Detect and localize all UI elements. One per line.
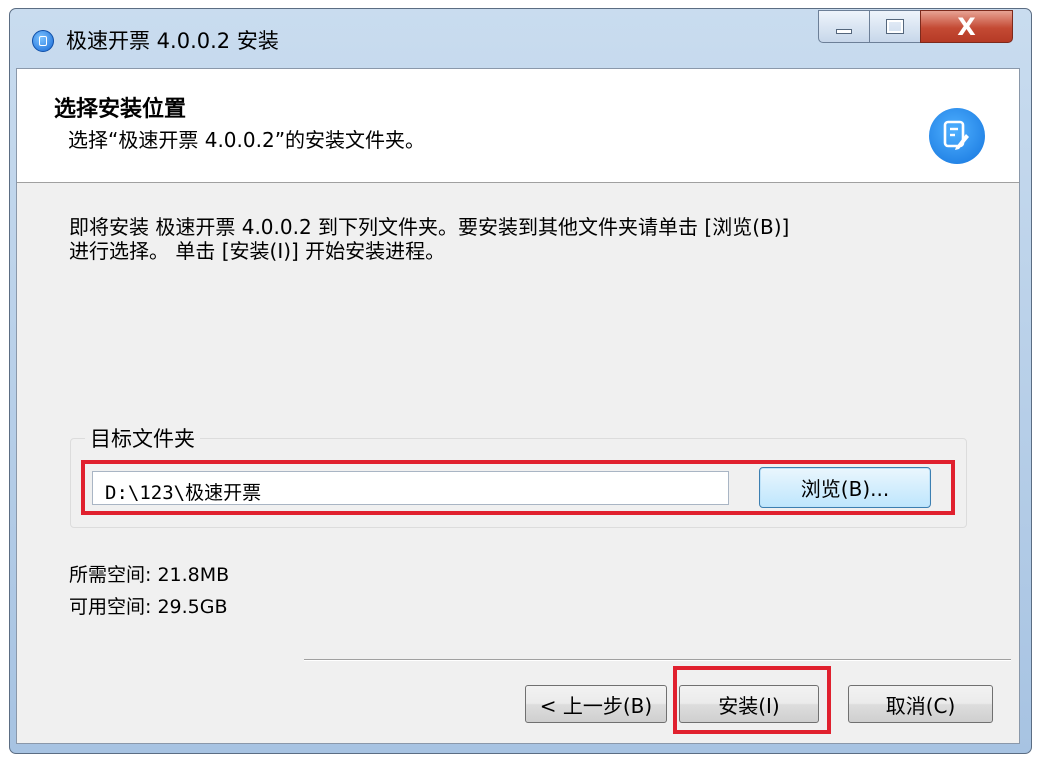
instructions-text: 即将安装 极速开票 4.0.0.2 到下列文件夹。要安装到其他文件夹请单击 [浏… [69,215,979,263]
available-space-text: 可用空间: 29.5GB [69,596,228,618]
page-header: 选择安装位置 选择“极速开票 4.0.0.2”的安装文件夹。 [17,69,1019,183]
page-title: 选择安装位置 [54,97,187,122]
maximize-button[interactable] [869,10,921,43]
instructions-line-1: 即将安装 极速开票 4.0.0.2 到下列文件夹。要安装到其他文件夹请单击 [浏… [69,215,790,239]
required-space-text: 所需空间: 21.8MB [69,564,230,586]
title-bar[interactable]: 极速开票 4.0.0.2 安装 X [10,9,1031,69]
window-title: 极速开票 4.0.0.2 安装 [66,29,279,53]
maximize-icon [886,19,904,34]
installer-body: 选择安装位置 选择“极速开票 4.0.0.2”的安装文件夹。 即将安装 极速开票… [16,68,1020,744]
close-button[interactable]: X [920,10,1013,43]
path-highlight-box [81,460,955,515]
installer-window: 极速开票 4.0.0.2 安装 X 选择安装位置 选择“极速开票 4.0.0.2… [9,8,1032,754]
minimize-icon [836,29,852,34]
target-folder-label: 目标文件夹 [85,423,200,453]
minimize-button[interactable] [818,10,870,43]
back-button[interactable]: < 上一步(B) [525,685,667,723]
cancel-button[interactable]: 取消(C) [848,685,993,723]
install-highlight-box [673,666,831,734]
footer-divider [304,659,1011,661]
document-edit-icon [929,108,985,164]
close-icon: X [957,12,976,41]
instructions-line-2: 进行选择。 单击 [安装(I)] 开始安装进程。 [69,239,446,263]
app-icon [32,30,54,52]
page-subtitle: 选择“极速开票 4.0.0.2”的安装文件夹。 [68,128,426,152]
